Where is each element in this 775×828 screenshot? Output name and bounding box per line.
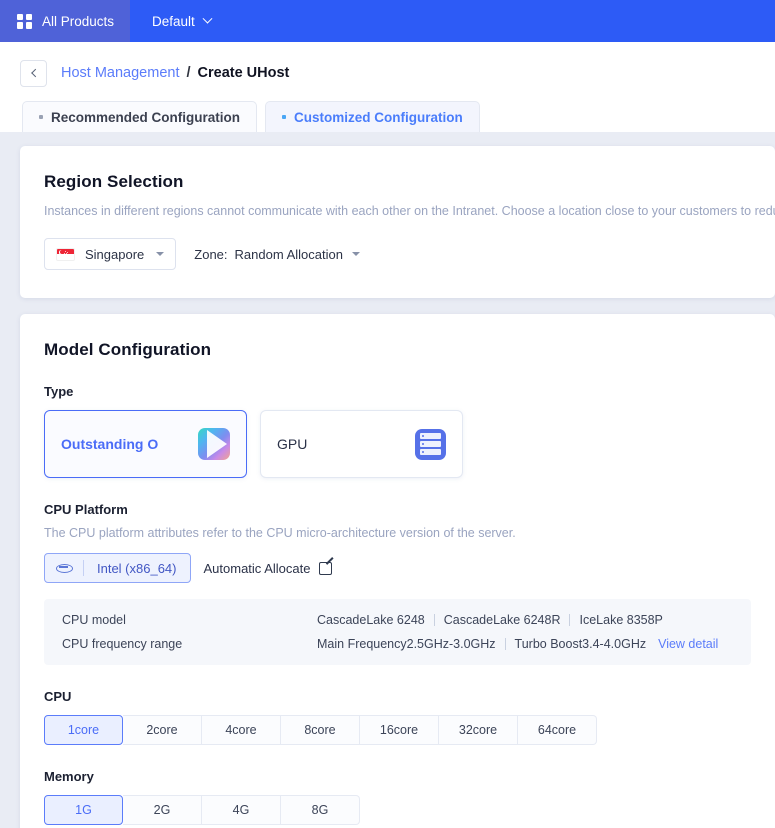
cpu-options: 1core 2core 4core 8core 16core 32core 64… — [44, 715, 751, 745]
tab-customized-configuration-label: Customized Configuration — [294, 109, 463, 125]
cpu-info-table: CPU model CascadeLake 6248 CascadeLake 6… — [44, 599, 751, 665]
back-button[interactable] — [20, 59, 47, 87]
cpu-frequency-value-1: Turbo Boost3.4-4.0GHz — [514, 637, 647, 651]
cpu-model-value-2: IceLake 8358P — [579, 613, 663, 627]
cpu-model-value: CascadeLake 6248 CascadeLake 6248R IceLa… — [317, 613, 733, 627]
region-selection-card: Region Selection Instances in different … — [20, 146, 775, 298]
chevron-down-icon — [351, 252, 360, 256]
type-options: Outstanding O GPU — [44, 410, 751, 478]
memory-option-8g[interactable]: 8G — [281, 795, 360, 825]
memory-options: 1G 2G 4G 8G — [44, 795, 751, 825]
zone-label: Zone: — [194, 246, 228, 262]
region-selection-description: Instances in different regions cannot co… — [44, 204, 775, 218]
cpu-frequency-value-0: Main Frequency2.5GHz-3.0GHz — [317, 637, 496, 651]
region-value: Singapore — [85, 246, 145, 262]
memory-label: Memory — [44, 769, 94, 784]
automatic-allocate-label: Automatic Allocate — [203, 560, 311, 576]
cpu-option-32core[interactable]: 32core — [439, 715, 518, 745]
cpu-platform-description: The CPU platform attributes refer to the… — [44, 526, 516, 540]
region-controls-row: Singapore Zone: Random Allocation — [44, 238, 751, 270]
all-products-label: All Products — [42, 13, 115, 29]
singapore-flag-icon — [56, 247, 75, 261]
value-separator — [504, 638, 506, 650]
bullet-icon — [282, 115, 287, 119]
server-rack-icon — [415, 428, 446, 460]
cpu-model-key: CPU model — [62, 613, 126, 627]
memory-option-1g[interactable]: 1G — [44, 795, 123, 825]
cpu-option-8core[interactable]: 8core — [281, 715, 360, 745]
bullet-icon — [39, 115, 43, 119]
chevron-down-icon — [156, 252, 165, 256]
cpu-model-value-1: CascadeLake 6248R — [443, 613, 561, 627]
top-navigation-bar: All Products Default — [0, 0, 775, 42]
edit-square-icon — [319, 561, 333, 575]
tab-recommended-configuration-label: Recommended Configuration — [51, 109, 241, 125]
zone-dropdown[interactable]: Zone: Random Allocation — [194, 247, 360, 262]
cpu-model-value-0: CascadeLake 6248 — [317, 613, 425, 627]
type-option-outstanding[interactable]: Outstanding O — [44, 410, 247, 478]
default-project-label: Default — [152, 13, 195, 29]
breadcrumb-parent-link[interactable]: Host Management — [61, 65, 179, 81]
cpu-option-1core[interactable]: 1core — [44, 715, 123, 745]
cpu-option-4core[interactable]: 4core — [202, 715, 281, 745]
cpu-label: CPU — [44, 689, 72, 704]
automatic-allocate-button[interactable]: Automatic Allocate — [204, 561, 333, 576]
cpu-frequency-value: Main Frequency2.5GHz-3.0GHz Turbo Boost3… — [317, 637, 733, 651]
zone-value: Random Allocation — [234, 246, 343, 262]
page-title: Create UHost — [197, 65, 290, 81]
tab-recommended-configuration[interactable]: Recommended Configuration — [22, 101, 258, 132]
region-dropdown[interactable]: Singapore — [44, 238, 177, 270]
model-configuration-title: Model Configuration — [44, 340, 212, 359]
breadcrumb-separator: / — [186, 65, 191, 81]
intel-logo-icon — [45, 563, 83, 573]
cpu-option-16core[interactable]: 16core — [360, 715, 439, 745]
breadcrumb-row: Host Management / Create UHost — [20, 58, 775, 88]
value-separator — [569, 614, 571, 626]
cpu-platform-controls: Intel (x86_64) Automatic Allocate — [44, 553, 751, 583]
view-detail-link[interactable]: View detail — [658, 637, 718, 651]
cpu-option-2core[interactable]: 2core — [123, 715, 202, 745]
grid-icon — [17, 13, 32, 29]
tab-customized-configuration[interactable]: Customized Configuration — [265, 101, 480, 132]
type-option-gpu-label: GPU — [277, 436, 308, 452]
cpu-option-64core[interactable]: 64core — [518, 715, 597, 745]
model-configuration-card: Model Configuration Type Outstanding O G… — [20, 314, 775, 828]
chevron-down-icon — [202, 13, 213, 24]
outstanding-gradient-icon — [198, 428, 230, 460]
cpu-platform-intel-chip[interactable]: Intel (x86_64) — [44, 553, 191, 583]
cpu-platform-intel-label: Intel (x86_64) — [97, 560, 177, 576]
page-header: Host Management / Create UHost Recommend… — [0, 42, 775, 132]
type-label: Type — [44, 384, 74, 399]
chevron-left-icon — [30, 68, 40, 78]
breadcrumb: Host Management / Create UHost — [61, 65, 289, 81]
memory-option-4g[interactable]: 4G — [202, 795, 281, 825]
default-project-dropdown[interactable]: Default — [130, 0, 233, 42]
configuration-tabs: Recommended Configuration Customized Con… — [20, 101, 775, 132]
all-products-button[interactable]: All Products — [0, 0, 130, 42]
cpu-frequency-key: CPU frequency range — [62, 637, 183, 651]
cpu-platform-label: CPU Platform — [44, 502, 128, 517]
memory-option-2g[interactable]: 2G — [123, 795, 202, 825]
main-content: Region Selection Instances in different … — [0, 132, 775, 828]
region-selection-title: Region Selection — [44, 172, 184, 191]
type-option-outstanding-label: Outstanding O — [61, 436, 159, 452]
value-separator — [433, 614, 435, 626]
type-option-gpu[interactable]: GPU — [260, 410, 463, 478]
